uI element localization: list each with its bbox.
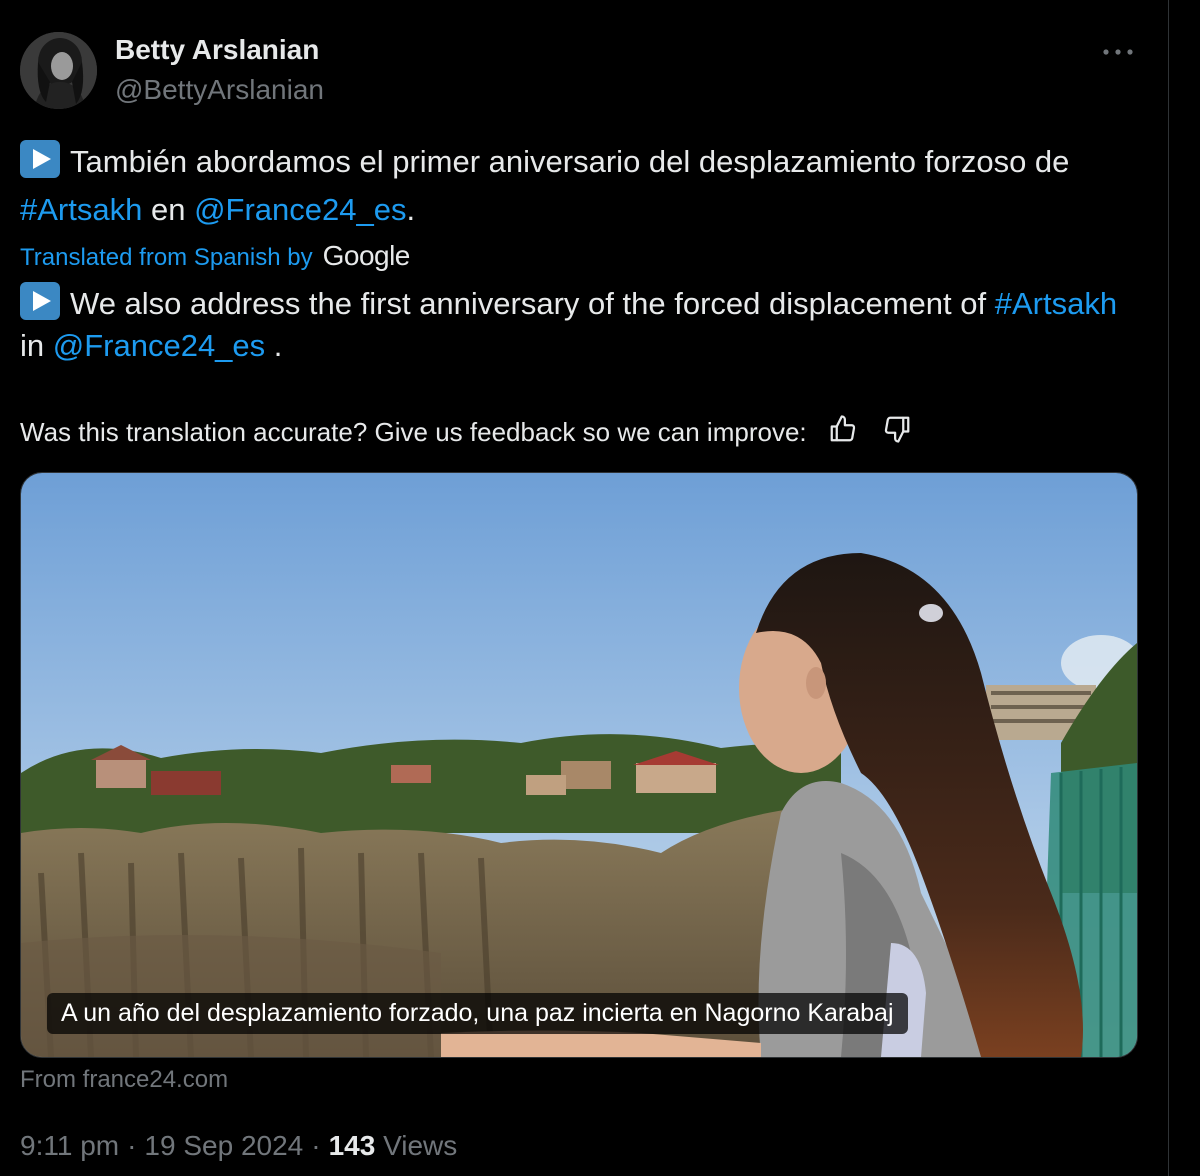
author-handle[interactable]: @BettyArslanian [115, 74, 324, 106]
video-caption: A un año del desplazamiento forzado, una… [47, 993, 908, 1034]
avatar[interactable] [20, 32, 97, 109]
mention-link[interactable]: @France24_es [194, 192, 406, 227]
translation-feedback: Was this translation accurate? Give us f… [20, 414, 915, 450]
thumbs-down-icon [882, 414, 912, 451]
hashtag-link[interactable]: #Artsakh [20, 192, 142, 227]
tweet-meta: 9:11 pm · 19 Sep 2024 · 143 Views [20, 1130, 457, 1162]
tweet-time[interactable]: 9:11 pm [20, 1130, 119, 1161]
link-card-media[interactable]: A un año del desplazamiento forzado, una… [20, 472, 1138, 1058]
original-text-2: en [142, 192, 195, 227]
tweet-original-text: También abordamos el primer aniversario … [20, 138, 1140, 234]
original-text-1: También abordamos el primer aniversario … [70, 144, 1070, 179]
hashtag-link[interactable]: #Artsakh [995, 286, 1117, 321]
separator: · [127, 1130, 137, 1161]
tweet-date[interactable]: 19 Sep 2024 [144, 1130, 303, 1161]
translation-text-1: We also address the first anniversary of… [70, 286, 995, 321]
play-button-emoji [20, 282, 60, 320]
mention-link[interactable]: @France24_es [53, 328, 265, 363]
link-source[interactable]: From france24.com [20, 1066, 228, 1094]
views-count: 143 [328, 1130, 376, 1161]
play-button-emoji [20, 140, 60, 178]
more-button[interactable] [1098, 36, 1138, 68]
separator: · [311, 1130, 321, 1161]
thumbs-down-button[interactable] [879, 414, 915, 450]
column-divider [1168, 0, 1169, 1176]
feedback-prompt: Was this translation accurate? Give us f… [20, 416, 807, 447]
thumbs-up-icon [828, 414, 858, 451]
translation-text-2: in [20, 328, 53, 363]
tweet-page: Betty Arslanian @BettyArslanian También … [0, 0, 1200, 1176]
thumbs-up-button[interactable] [825, 414, 861, 450]
translation-attribution: Translated from Spanish by Google [20, 240, 410, 272]
original-text-3: . [406, 192, 416, 227]
tweet-translated-text: We also address the first anniversary of… [20, 282, 1140, 367]
author-name[interactable]: Betty Arslanian [115, 34, 319, 66]
views-label: Views [383, 1130, 458, 1161]
google-logo: Google [322, 240, 411, 271]
translated-label[interactable]: Translated from Spanish by [20, 244, 313, 272]
more-icon [1102, 43, 1134, 61]
media-photo [21, 473, 1137, 1057]
translation-text-3: . [265, 328, 283, 363]
